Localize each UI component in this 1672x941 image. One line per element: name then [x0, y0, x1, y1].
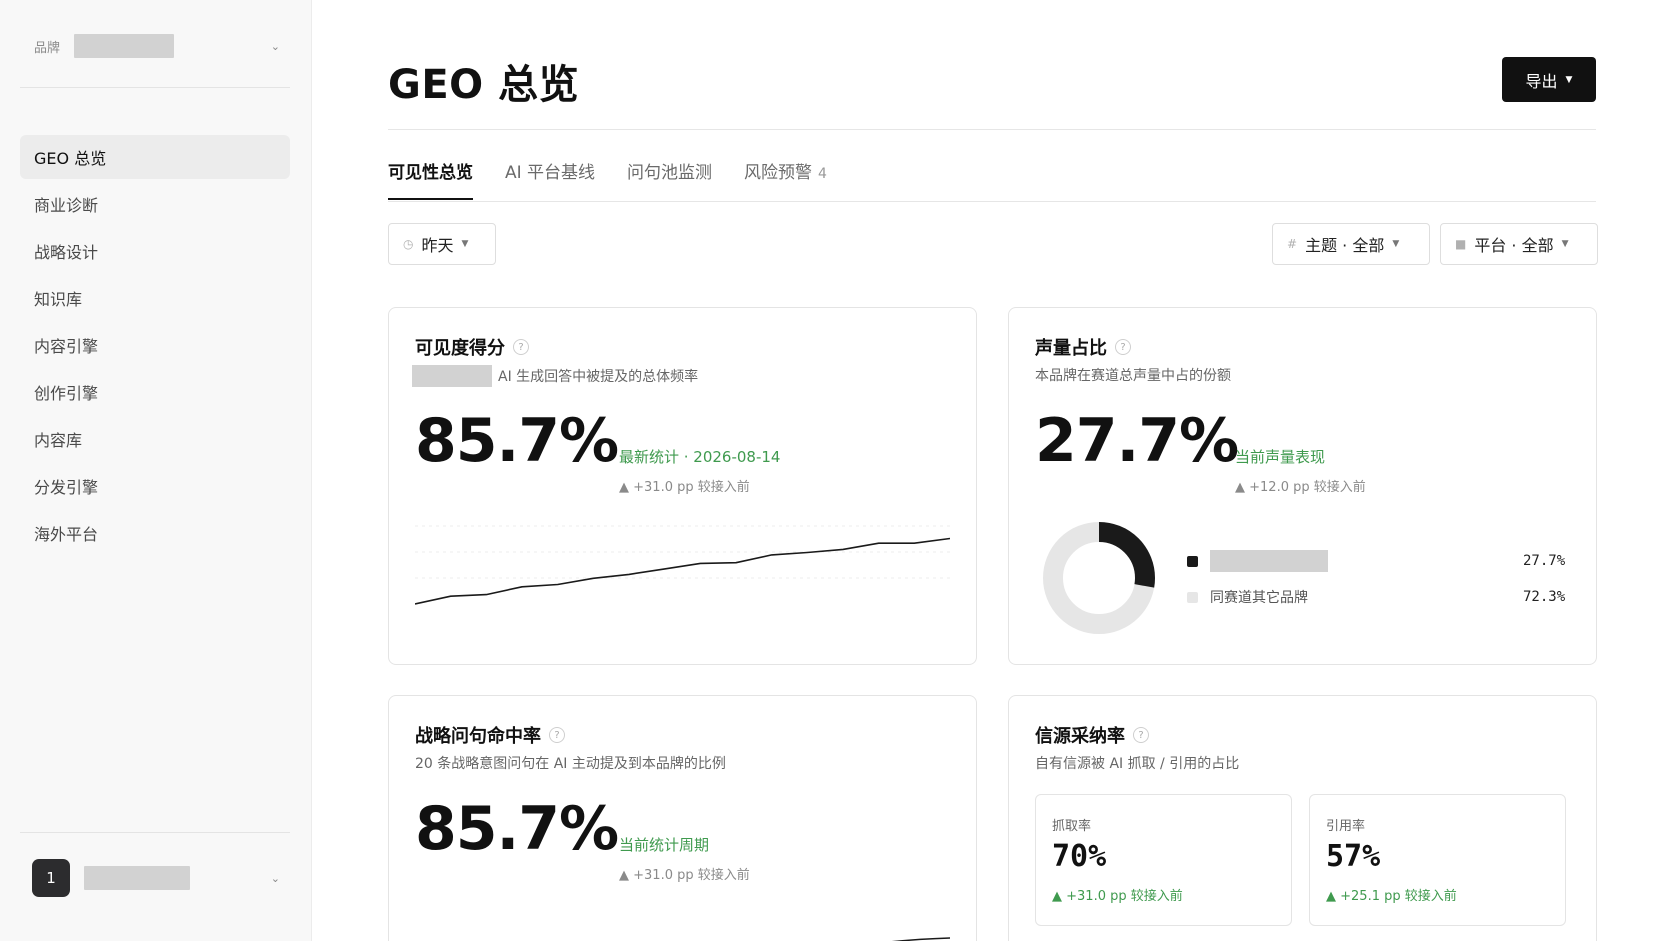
crawl-rate-label: 抓取率 [1052, 819, 1092, 834]
voice-share-card: 声量占比 ? 本品牌在赛道总声量中占的份额 27.7% 当前声量表现 ▲ +12… [1008, 307, 1597, 665]
platform-filter-value: 平台 · 全部 [1474, 236, 1554, 255]
export-label: 导出 [1525, 71, 1558, 91]
sidebar-item-distribution-engine[interactable]: 分发引擎 [20, 464, 290, 508]
caret-down-icon: ▼ [1392, 239, 1400, 249]
help-icon[interactable]: ? [549, 727, 565, 743]
chevron-down-icon: ⌄ [270, 871, 280, 885]
topic-filter[interactable]: # 主题 · 全部 ▼ [1272, 223, 1430, 265]
topic-filter-value: 主题 · 全部 [1305, 236, 1385, 255]
sidebar-item-creation-engine[interactable]: 创作引擎 [20, 370, 290, 414]
sidebar-item-knowledge-base[interactable]: 知识库 [20, 276, 290, 320]
sidebar-divider [20, 87, 290, 88]
crawl-rate-value: 70% [1052, 839, 1107, 874]
delta-label: ▲ +31.0 pp 较接入前 [619, 480, 750, 495]
tabs-divider [388, 201, 1596, 202]
caret-down-icon: ▼ [461, 239, 469, 249]
sidebar-divider [20, 832, 290, 833]
brand-name-redacted [412, 365, 492, 387]
tab-ai-platform-baseline[interactable]: AI 平台基线 [505, 158, 595, 200]
brand-label: 品牌 [34, 40, 61, 56]
card-subtitle: AI 生成回答中被提及的总体频率 [412, 365, 698, 387]
status-label: 当前统计周期 [619, 836, 710, 854]
brand-name-redacted [74, 34, 174, 58]
delta-label: ▲ +31.0 pp 较接入前 [619, 868, 750, 883]
card-title: 声量占比 ? [1035, 334, 1131, 360]
clock-icon: ◷ [403, 237, 414, 251]
card-title: 信源采纳率 ? [1035, 722, 1149, 748]
citation-rate-delta: ▲ +25.1 pp 较接入前 [1326, 889, 1457, 904]
sidebar-item-overseas-platform[interactable]: 海外平台 [20, 511, 290, 555]
page-title: GEO 总览 [388, 62, 580, 108]
hash-icon: # [1287, 237, 1298, 251]
tab-risk-alerts[interactable]: 风险预警 4 [744, 158, 827, 200]
source-adoption-card: 信源采纳率 ? 自有信源被 AI 抓取 / 引用的占比 抓取率 70% ▲ +3… [1008, 695, 1597, 941]
sidebar-nav: GEO 总览 商业诊断 战略设计 知识库 内容引擎 创作引擎 内容库 分发引擎 … [20, 135, 290, 558]
square-icon: ■ [1455, 237, 1467, 251]
hit-rate-trend-chart [890, 937, 950, 941]
help-icon[interactable]: ? [513, 339, 529, 355]
tab-query-pool-monitoring[interactable]: 问句池监测 [627, 158, 712, 200]
legend-value-brand: 27.7% [1523, 553, 1566, 569]
sidebar-item-geo-overview[interactable]: GEO 总览 [20, 135, 290, 179]
tab-bar: 可见性总览 AI 平台基线 问句池监测 风险预警 4 [388, 158, 859, 200]
export-button[interactable]: 导出 ▼ [1502, 57, 1596, 102]
user-menu[interactable]: 1 ⌄ [20, 850, 290, 906]
caret-down-icon: ▼ [1565, 74, 1573, 85]
brand-selector[interactable]: 品牌 ⌄ [20, 22, 290, 70]
legend-swatch [1187, 591, 1198, 603]
card-subtitle: 自有信源被 AI 抓取 / 引用的占比 [1035, 756, 1240, 772]
caret-down-icon: ▼ [1561, 239, 1569, 249]
voice-share-donut [1043, 522, 1155, 634]
user-name-redacted [84, 866, 190, 890]
strategic-query-hit-rate-card: 战略问句命中率 ? 20 条战略意图问句在 AI 主动提及到本品牌的比例 85.… [388, 695, 977, 941]
legend-item-others: 同赛道其它品牌 [1187, 587, 1308, 607]
citation-rate-value: 57% [1326, 839, 1381, 874]
visibility-trend-chart [415, 525, 950, 605]
brand-name-redacted [1210, 550, 1328, 572]
tab-visibility-overview[interactable]: 可见性总览 [388, 158, 473, 200]
crawl-rate-delta: ▲ +31.0 pp 较接入前 [1052, 889, 1183, 904]
sidebar-item-strategy-design[interactable]: 战略设计 [20, 229, 290, 273]
legend-value-others: 72.3% [1523, 589, 1566, 605]
visibility-score-card: 可见度得分 ? AI 生成回答中被提及的总体频率 85.7% 最新统计 · 20… [388, 307, 977, 665]
crawl-rate-box: 抓取率 70% ▲ +31.0 pp 较接入前 [1035, 794, 1292, 926]
legend-item-brand [1187, 550, 1328, 572]
date-filter-value: 昨天 [421, 236, 454, 255]
sidebar: 品牌 ⌄ GEO 总览 商业诊断 战略设计 知识库 内容引擎 创作引擎 内容库 … [0, 0, 312, 941]
citation-rate-label: 引用率 [1326, 819, 1366, 834]
card-title: 可见度得分 ? [415, 334, 529, 360]
visibility-score-value: 85.7% [415, 406, 619, 476]
legend-label-others: 同赛道其它品牌 [1210, 590, 1308, 606]
legend-swatch [1187, 555, 1198, 567]
card-title: 战略问句命中率 ? [415, 722, 565, 748]
header-divider [388, 129, 1596, 130]
status-label: 最新统计 · 2026-08-14 [619, 448, 781, 466]
voice-share-value: 27.7% [1035, 406, 1239, 476]
chevron-down-icon: ⌄ [270, 39, 280, 53]
risk-count-badge: 4 [818, 166, 827, 182]
card-subtitle: 20 条战略意图问句在 AI 主动提及到本品牌的比例 [415, 756, 726, 772]
status-label: 当前声量表现 [1235, 448, 1326, 466]
citation-rate-box: 引用率 57% ▲ +25.1 pp 较接入前 [1309, 794, 1566, 926]
delta-label: ▲ +12.0 pp 较接入前 [1235, 480, 1366, 495]
card-subtitle: 本品牌在赛道总声量中占的份额 [1035, 368, 1231, 384]
hit-rate-value: 85.7% [415, 794, 619, 864]
date-filter[interactable]: ◷ 昨天 ▼ [388, 223, 496, 265]
sidebar-item-business-diagnosis[interactable]: 商业诊断 [20, 182, 290, 226]
avatar: 1 [32, 859, 70, 897]
help-icon[interactable]: ? [1133, 727, 1149, 743]
sidebar-item-content-library[interactable]: 内容库 [20, 417, 290, 461]
sidebar-item-content-engine[interactable]: 内容引擎 [20, 323, 290, 367]
help-icon[interactable]: ? [1115, 339, 1131, 355]
platform-filter[interactable]: ■ 平台 · 全部 ▼ [1440, 223, 1598, 265]
trend-line [415, 537, 950, 605]
